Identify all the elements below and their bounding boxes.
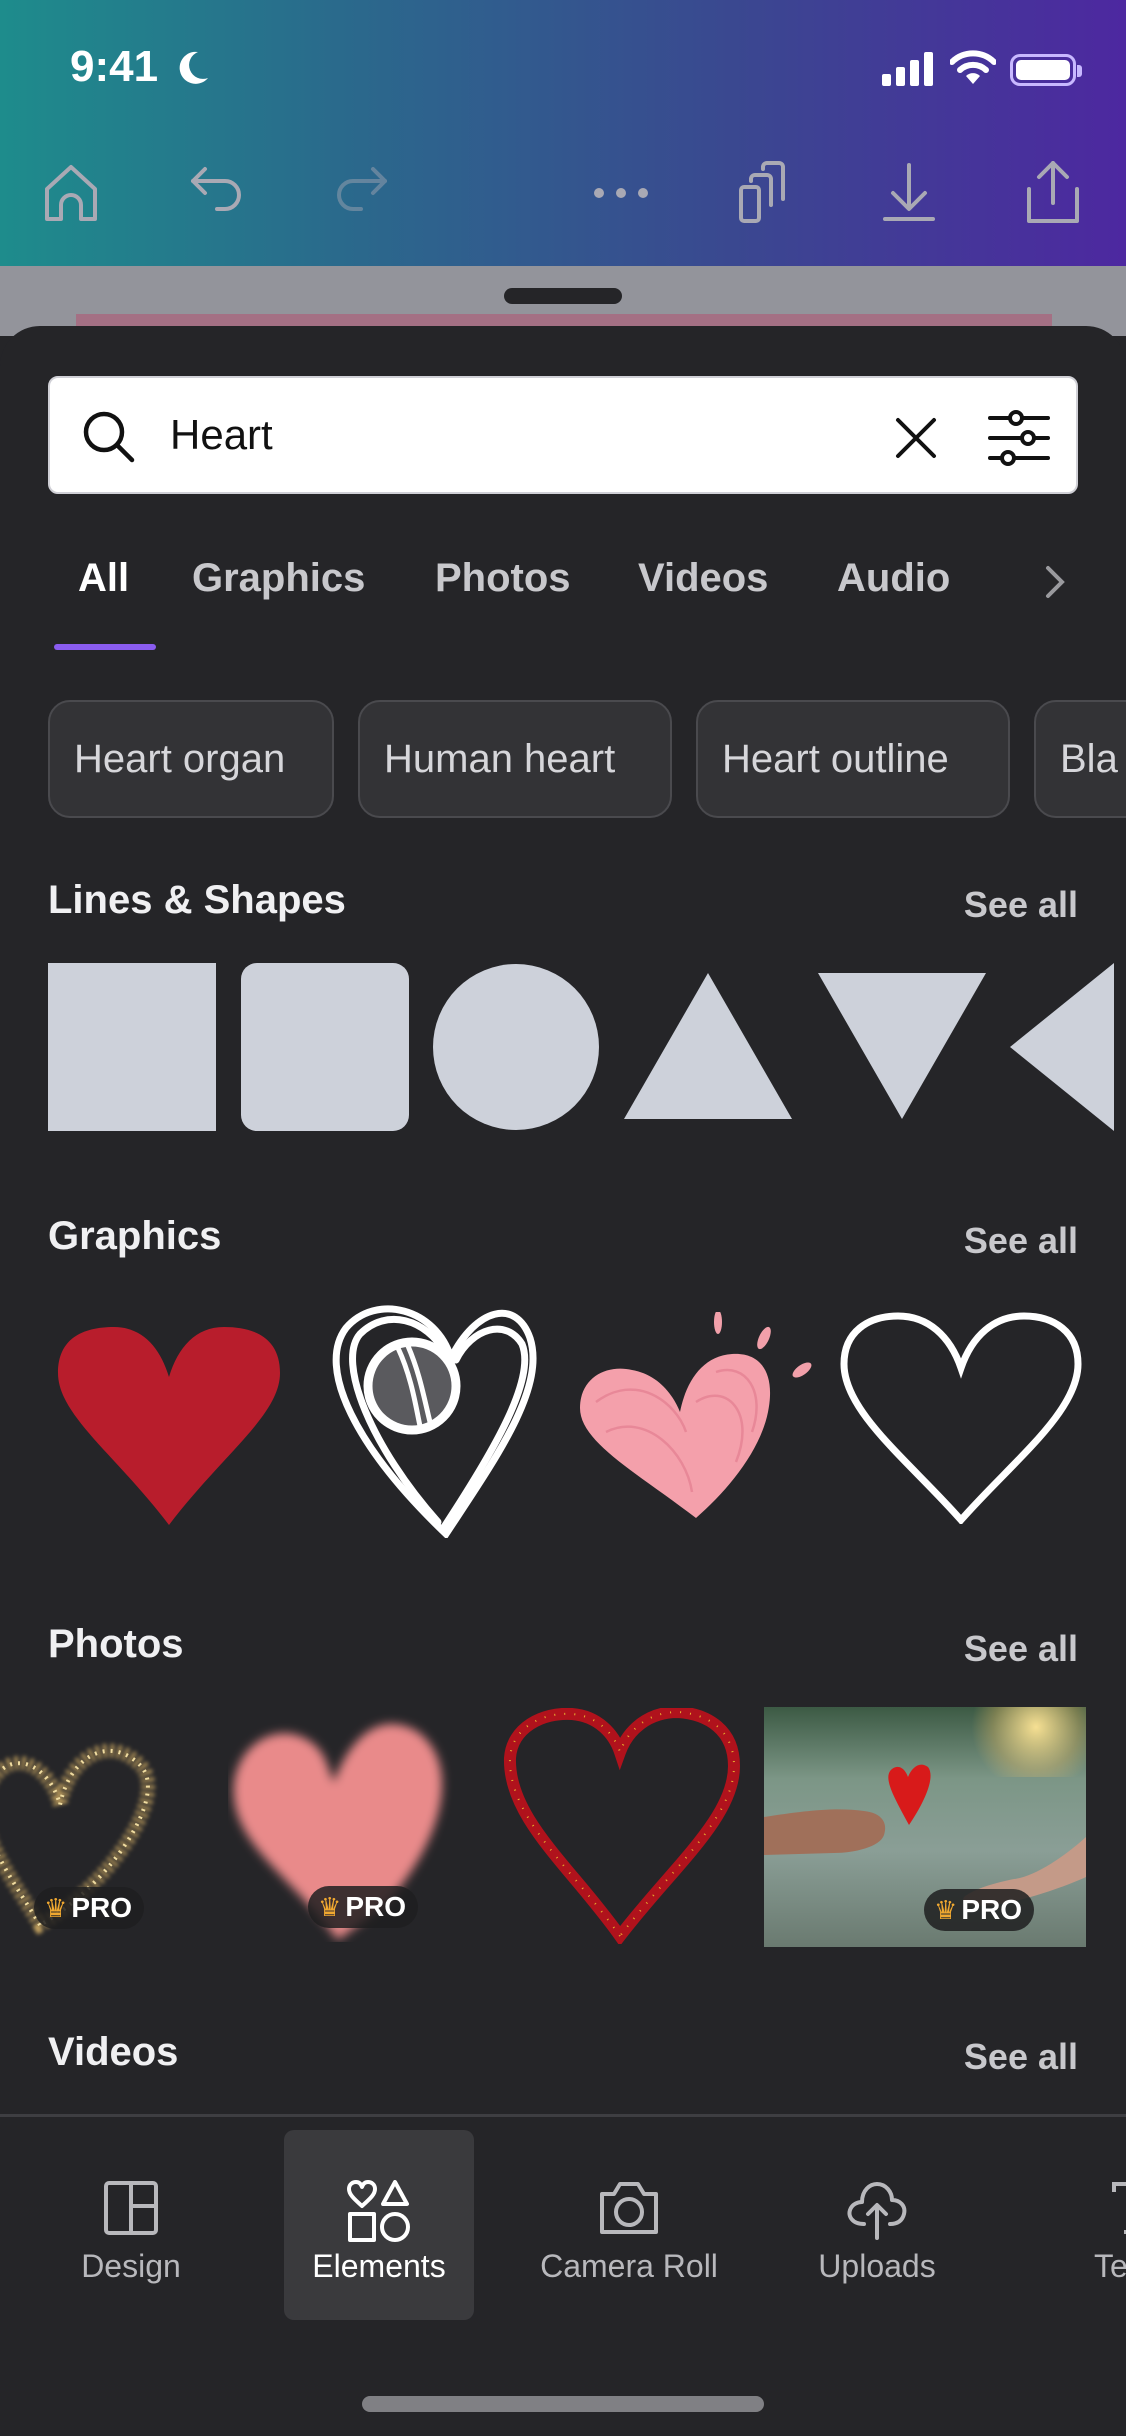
graphic-pink-scribble-heart[interactable] (576, 1312, 816, 1532)
redo-button[interactable] (324, 158, 394, 228)
home-button[interactable] (36, 158, 106, 228)
tab-audio[interactable]: Audio (837, 556, 950, 601)
photo-hands-red-heart[interactable]: ♛ PRO (764, 1707, 1086, 1947)
undo-button[interactable] (184, 158, 254, 228)
undo-icon (191, 167, 241, 211)
tab-all[interactable]: All (78, 556, 129, 601)
pages-icon (739, 161, 785, 223)
signal-icon (882, 52, 933, 86)
nav-text[interactable]: Te (1030, 2130, 1126, 2320)
tab-videos[interactable]: Videos (638, 556, 768, 601)
pages-button[interactable] (730, 158, 800, 228)
shape-diamond[interactable] (1010, 963, 1116, 1131)
section-title-videos: Videos (48, 2030, 179, 2074)
section-title-photos: Photos (48, 1622, 184, 1666)
text-icon (1112, 2182, 1126, 2234)
share-icon (1027, 161, 1079, 223)
download-button[interactable] (874, 158, 944, 228)
search-input[interactable] (170, 400, 870, 470)
nav-camera-roll[interactable]: Camera Roll (534, 2130, 724, 2320)
sheet-drag-handle[interactable] (504, 288, 622, 304)
search-bar (48, 376, 1078, 494)
bottom-nav-divider (0, 2114, 1126, 2117)
category-tabs: All Graphics Photos Videos Audio (0, 548, 1126, 658)
status-time: 9:41 (70, 42, 159, 91)
pro-badge: ♛ PRO (308, 1886, 418, 1928)
shape-square[interactable] (48, 963, 216, 1131)
wifi-icon (950, 50, 996, 84)
nav-elements[interactable]: Elements (284, 2130, 474, 2320)
filter-icon[interactable] (986, 406, 1052, 470)
pro-badge: ♛ PRO (924, 1889, 1034, 1931)
graphic-red-heart[interactable] (56, 1325, 282, 1525)
search-icon (83, 411, 135, 463)
moon-icon (179, 51, 208, 84)
chip-partial[interactable]: Bla (1034, 700, 1126, 818)
photo-gold-sparkle-heart[interactable]: ♛ PRO (0, 1705, 190, 1945)
battery-icon (1010, 54, 1082, 86)
graphic-scribble-heart[interactable] (316, 1298, 550, 1538)
see-all-graphics[interactable]: See all (964, 1220, 1078, 1262)
share-button[interactable] (1018, 158, 1088, 228)
suggestion-chips: Heart organ Human heart Heart outline Bl… (0, 700, 1126, 820)
graphic-outline-heart[interactable] (840, 1312, 1082, 1524)
editor-toolbar (0, 158, 1126, 228)
elements-icon (347, 2180, 410, 2242)
shape-triangle[interactable] (624, 973, 792, 1123)
shape-rounded-square[interactable] (241, 963, 409, 1131)
photo-pink-brush-heart[interactable]: ♛ PRO (228, 1712, 468, 1942)
nav-uploads[interactable]: Uploads (782, 2130, 972, 2320)
active-tab-indicator (54, 644, 156, 650)
tab-graphics[interactable]: Graphics (192, 556, 365, 601)
clear-search-icon[interactable] (886, 408, 946, 468)
crown-icon: ♛ (934, 1894, 958, 1925)
chip-human-heart[interactable]: Human heart (358, 700, 672, 818)
download-icon (883, 163, 935, 221)
upload-cloud-icon (847, 2182, 907, 2240)
chevron-right-icon[interactable] (1040, 562, 1070, 602)
redo-icon (337, 167, 387, 211)
see-all-lines-shapes[interactable]: See all (964, 884, 1078, 926)
nav-design[interactable]: Design (36, 2130, 226, 2320)
more-button[interactable] (586, 158, 656, 228)
design-icon (104, 2181, 158, 2235)
bottom-nav: Design Elements Camera Roll Uploads Te (0, 2118, 1126, 2348)
crown-icon: ♛ (44, 1892, 68, 1923)
pro-badge: ♛ PRO (34, 1887, 144, 1929)
shape-circle[interactable] (432, 963, 600, 1131)
more-icon (594, 188, 648, 198)
shape-inverted-triangle[interactable] (818, 973, 986, 1123)
crown-icon: ♛ (318, 1891, 342, 1922)
home-indicator (362, 2396, 764, 2412)
see-all-photos[interactable]: See all (964, 1628, 1078, 1670)
section-title-graphics: Graphics (48, 1214, 222, 1258)
chip-heart-organ[interactable]: Heart organ (48, 700, 334, 818)
tab-photos[interactable]: Photos (435, 556, 571, 601)
status-bar: 9:41 (0, 42, 1126, 102)
camera-icon (600, 2182, 658, 2234)
photo-red-glitter-heart[interactable] (502, 1705, 742, 1947)
section-title-lines-shapes: Lines & Shapes (48, 878, 346, 922)
chip-heart-outline[interactable]: Heart outline (696, 700, 1010, 818)
see-all-videos[interactable]: See all (964, 2036, 1078, 2078)
home-icon (45, 165, 97, 221)
top-bar: 9:41 (0, 0, 1126, 266)
